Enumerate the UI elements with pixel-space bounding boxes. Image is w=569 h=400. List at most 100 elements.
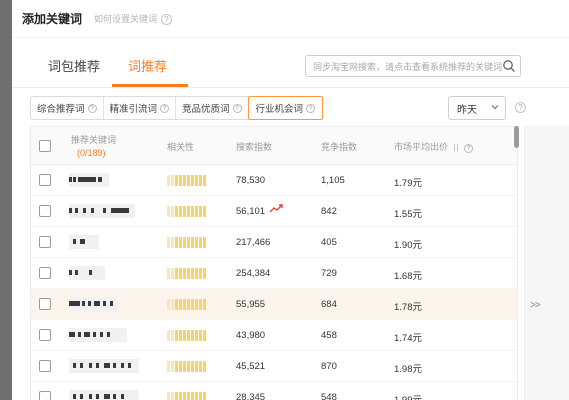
table-row[interactable]: 78,530 1,105 1.79元	[31, 165, 517, 196]
avg-price-value: 1.98元	[394, 364, 422, 375]
keyword-redacted	[69, 265, 143, 281]
search-index-value: 78,530	[236, 175, 266, 186]
seg-comprehensive[interactable]: 综合推荐词?	[31, 97, 104, 119]
table-row[interactable]: 56,101 842 1.55元	[31, 196, 517, 227]
tab-word-recommend[interactable]: 词推荐	[128, 56, 167, 75]
keyword-redacted	[69, 203, 143, 219]
search-index-value: 254,384	[236, 268, 271, 279]
row-checkbox[interactable]	[39, 298, 51, 310]
search-index-value: 28,345	[236, 392, 266, 400]
table-header: 推荐关键词 (0/189) 相关性 搜索指数 竞争指数 市场平均出价?	[31, 127, 517, 165]
row-checkbox[interactable]	[39, 360, 51, 372]
question-icon[interactable]: ?	[306, 103, 316, 113]
expand-arrow-button[interactable]: >>	[530, 300, 541, 311]
relevance-bars	[167, 392, 206, 400]
trend-up-icon	[269, 204, 283, 213]
sort-icon[interactable]	[452, 143, 460, 152]
search-index-value: 45,521	[236, 361, 266, 372]
avg-price-value: 1.78元	[394, 302, 422, 313]
keyword-redacted	[69, 234, 143, 250]
header-avg-price[interactable]: 市场平均出价?	[394, 140, 474, 153]
question-icon[interactable]: ?	[464, 144, 474, 153]
chevron-down-icon	[491, 105, 499, 110]
select-all-checkbox[interactable]	[39, 140, 51, 152]
table-row[interactable]: 254,384 729 1.68元	[31, 258, 517, 289]
competition-value: 548	[321, 392, 337, 400]
avg-price-value: 1.79元	[394, 178, 422, 189]
table-body: 78,530 1,105 1.79元 56,101 842 1.55元 217,466 405…	[31, 165, 517, 400]
competition-value: 729	[321, 268, 337, 279]
keyword-table: 推荐关键词 (0/189) 相关性 搜索指数 竞争指数 市场平均出价? 78,5…	[30, 126, 518, 400]
row-checkbox[interactable]	[39, 236, 51, 248]
avg-price-value: 1.99元	[394, 392, 422, 400]
search-index-value: 55,955	[236, 299, 266, 310]
date-select-value: 昨天	[457, 104, 477, 116]
help-link-text[interactable]: 如何设置关键词	[94, 14, 157, 24]
question-icon[interactable]: ?	[161, 14, 173, 26]
keyword-redacted	[69, 296, 143, 312]
add-keyword-modal: 添加关键词 如何设置关键词? 词包推荐 词推荐 同步淘宝网搜索，请点击查看系统推…	[12, 0, 569, 400]
keyword-redacted	[69, 327, 143, 343]
header-keyword-label: 推荐关键词	[71, 135, 117, 145]
question-icon[interactable]: ?	[160, 103, 170, 113]
question-icon[interactable]: ?	[515, 102, 526, 113]
row-checkbox[interactable]	[39, 205, 51, 217]
table-row[interactable]: 28,345 548 1.99元	[31, 382, 517, 400]
active-tab-indicator	[112, 84, 188, 87]
search-index-value: 56,101	[236, 206, 266, 217]
keyword-redacted	[69, 389, 143, 400]
avg-price-value: 1.68元	[394, 271, 422, 282]
competition-value: 458	[321, 330, 337, 341]
table-row[interactable]: 55,955 684 1.78元	[31, 289, 517, 320]
search-placeholder: 同步淘宝网搜索，请点击查看系统推荐的关键词	[313, 61, 503, 72]
competition-value: 842	[321, 206, 337, 217]
avg-price-value: 1.55元	[394, 209, 422, 220]
avg-price-value: 1.74元	[394, 333, 422, 344]
date-select[interactable]: 昨天	[448, 96, 506, 120]
header-avg-price-label: 市场平均出价	[394, 142, 449, 152]
table-row[interactable]: 45,521 870 1.98元	[31, 351, 517, 382]
table-row[interactable]: 43,980 458 1.74元	[31, 320, 517, 351]
modal-title: 添加关键词	[22, 12, 83, 26]
header-search-index: 搜索指数	[236, 142, 273, 152]
relevance-bars	[167, 268, 206, 279]
modal-header: 添加关键词 如何设置关键词?	[12, 0, 569, 38]
keyword-search-input[interactable]: 同步淘宝网搜索，请点击查看系统推荐的关键词	[305, 55, 521, 77]
row-checkbox[interactable]	[39, 391, 51, 400]
selected-count: (0/189)	[77, 148, 106, 158]
seg-competitor[interactable]: 竞品优质词?	[176, 97, 249, 119]
keyword-redacted	[69, 358, 143, 374]
seg-industry-opportunity[interactable]: 行业机会词?	[247, 96, 324, 120]
question-icon[interactable]: ?	[232, 103, 242, 113]
keyword-type-selector: 综合推荐词? 精准引流词? 竞品优质词? 行业机会词?	[30, 96, 324, 120]
competition-value: 1,105	[321, 175, 345, 186]
search-icon[interactable]	[502, 59, 516, 73]
competition-value: 870	[321, 361, 337, 372]
seg-label: 行业机会词	[255, 104, 304, 115]
avg-price-value: 1.90元	[394, 240, 422, 251]
background-overlay	[0, 0, 12, 400]
header-selected-count: (0/189)	[71, 147, 116, 160]
table-row[interactable]: 217,466 405 1.90元	[31, 227, 517, 258]
header-competition: 竞争指数	[321, 142, 358, 152]
help-link[interactable]: 如何设置关键词?	[94, 12, 173, 26]
table-scrollbar[interactable]	[514, 126, 519, 148]
row-checkbox[interactable]	[39, 329, 51, 341]
relevance-bars	[167, 206, 206, 217]
selected-keywords-panel	[524, 126, 569, 400]
relevance-bars	[167, 330, 206, 341]
relevance-bars	[167, 175, 206, 186]
relevance-bars	[167, 299, 206, 310]
row-checkbox[interactable]	[39, 267, 51, 279]
keyword-redacted	[69, 172, 143, 188]
row-checkbox[interactable]	[39, 174, 51, 186]
search-index-value: 43,980	[236, 330, 266, 341]
seg-label: 综合推荐词	[37, 104, 85, 115]
seg-label: 精准引流词	[109, 104, 158, 115]
relevance-bars	[167, 361, 206, 372]
question-icon[interactable]: ?	[87, 103, 97, 113]
header-keyword: 推荐关键词 (0/189)	[71, 134, 116, 160]
relevance-bars	[167, 237, 206, 248]
seg-precise[interactable]: 精准引流词?	[104, 97, 177, 119]
tab-word-package[interactable]: 词包推荐	[48, 56, 100, 75]
